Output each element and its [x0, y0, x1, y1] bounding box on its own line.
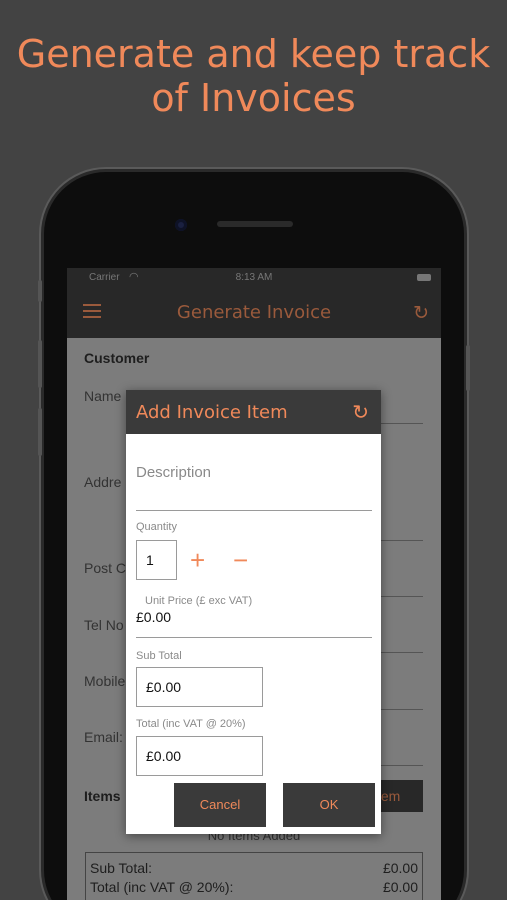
unit-price-input[interactable]: £0.00: [136, 609, 171, 625]
subtotal-label: Sub Total:: [90, 860, 153, 876]
front-camera: [175, 219, 187, 231]
app-bar-title: Generate Invoice: [176, 302, 332, 323]
name-label: Name: [84, 388, 122, 404]
battery-icon: [417, 274, 431, 281]
unit-price-label: Unit Price (£ exc VAT): [145, 595, 253, 607]
headline-line-2: of Invoices: [151, 76, 356, 120]
mobile-label: Mobile: [84, 673, 126, 689]
phone-silent-switch: [38, 280, 42, 302]
total-label: Total (inc VAT @ 20%):: [90, 879, 234, 895]
headline-line-1: Generate and keep track: [16, 32, 491, 76]
earpiece-speaker: [217, 221, 293, 227]
items-heading: Items: [84, 788, 121, 804]
quantity-plus-button[interactable]: +: [190, 547, 205, 573]
description-input[interactable]: Description: [136, 464, 211, 481]
phone-volume-down: [38, 408, 42, 456]
ok-button[interactable]: OK: [283, 783, 375, 827]
dialog-subtotal-field: £0.00: [136, 667, 263, 707]
quantity-minus-button[interactable]: −: [233, 547, 248, 573]
description-underline: [136, 510, 372, 511]
dialog-header: Add Invoice Item ↻: [126, 390, 381, 434]
refresh-icon[interactable]: ↻: [352, 400, 369, 425]
phone-power-button: [466, 345, 470, 391]
dialog-title: Add Invoice Item: [136, 402, 288, 423]
total-value: £0.00: [382, 879, 418, 895]
quantity-input[interactable]: 1: [136, 540, 177, 580]
refresh-icon[interactable]: ↻: [413, 302, 429, 325]
postcode-label: Post C: [84, 560, 127, 576]
tel-label: Tel No: [84, 617, 124, 633]
unit-price-underline: [136, 637, 372, 638]
address-label: Addre: [84, 474, 122, 490]
dialog-total-field: £0.00: [136, 736, 263, 776]
totals-box: Sub Total: £0.00 Total (inc VAT @ 20%): …: [85, 852, 423, 900]
status-bar: Carrier ◠ 8:13 AM: [67, 268, 441, 288]
marketing-headline: Generate and keep track of Invoices: [0, 32, 507, 120]
email-label: Email:: [84, 729, 123, 745]
add-invoice-item-dialog: Add Invoice Item ↻ Description Quantity …: [126, 390, 381, 834]
cancel-button[interactable]: Cancel: [174, 783, 266, 827]
phone-volume-up: [38, 340, 42, 388]
dialog-subtotal-label: Sub Total: [136, 650, 182, 662]
app-bar: Generate Invoice ↻: [67, 288, 441, 338]
dialog-total-label: Total (inc VAT @ 20%): [136, 718, 246, 730]
status-time: 8:13 AM: [235, 272, 273, 283]
quantity-label: Quantity: [136, 521, 177, 533]
customer-heading: Customer: [84, 350, 150, 366]
subtotal-value: £0.00: [382, 860, 418, 876]
